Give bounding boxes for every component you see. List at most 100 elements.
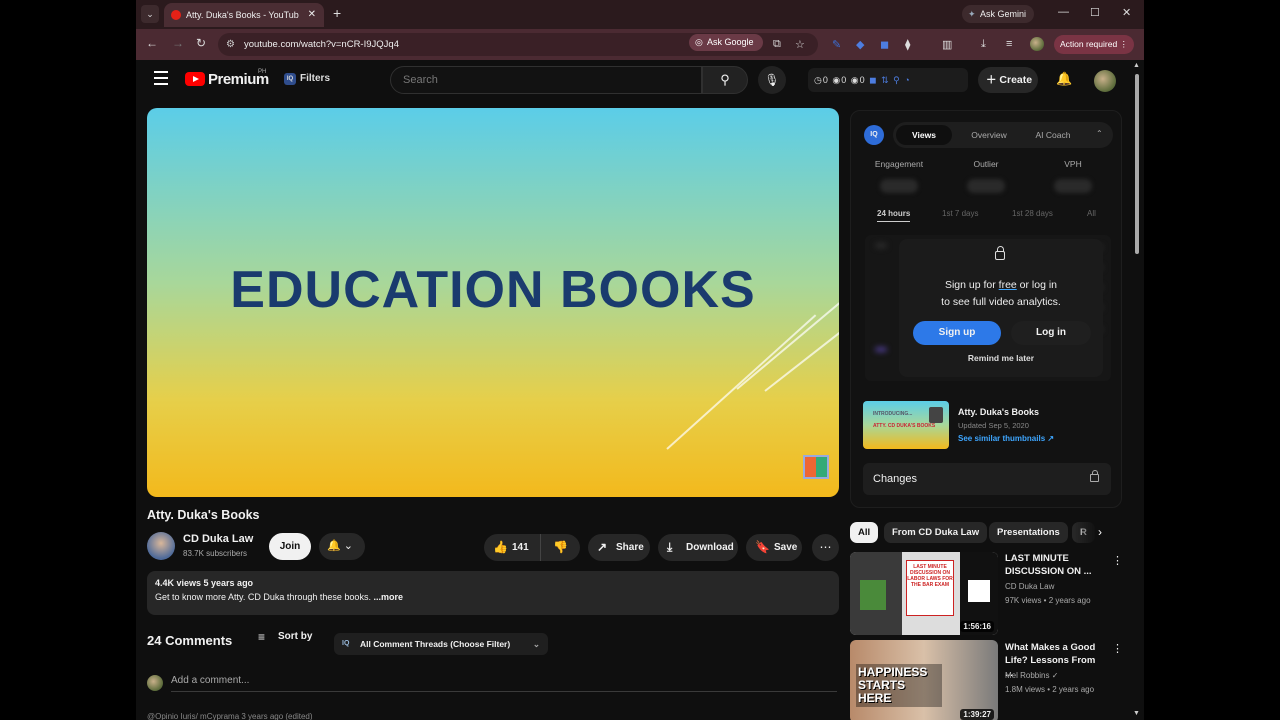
youtube-header: Premium PH IQ Filters Search ⚲ 🎙 ◷0 ◉0 ◉…	[136, 60, 1144, 100]
lock-line1-b: or log in	[1016, 279, 1058, 291]
recommendation-item[interactable]: HAPPINESS STARTS HERE 1:39:27 What Makes…	[850, 640, 1123, 720]
channel-avatar[interactable]	[147, 532, 175, 560]
install-app-icon[interactable]: ⧉	[773, 38, 781, 51]
collapse-chevron-icon[interactable]: ⌃	[1096, 129, 1103, 138]
media-controls-icon[interactable]: ≡	[1006, 38, 1012, 50]
range-all[interactable]: All	[1087, 209, 1096, 218]
notifications-bell-icon[interactable]: 🔔	[1056, 71, 1072, 87]
close-window-icon[interactable]: ✕	[1122, 6, 1131, 19]
chevron-right-icon[interactable]: ›	[1098, 525, 1102, 539]
minimize-icon[interactable]: —	[1058, 6, 1069, 18]
recommendation-title[interactable]: LAST MINUTE DISCUSSION ON ...	[1005, 552, 1105, 578]
ask-google-button[interactable]: ◎ Ask Google	[689, 34, 763, 51]
site-info-icon[interactable]: ⚙	[226, 33, 235, 56]
bookmark-star-icon[interactable]: ☆	[795, 38, 805, 51]
subscription-bell-button[interactable]: 🔔 ⌄	[319, 533, 365, 560]
youtube-logo-icon[interactable]	[185, 72, 205, 86]
comment-filter-select[interactable]: IQ All Comment Threads (Choose Filter) ⌄	[334, 633, 548, 655]
chip-all[interactable]: All	[850, 522, 879, 543]
signup-lock-card: Sign up for free or log in to see full v…	[899, 239, 1103, 377]
scrollbar-thumb[interactable]	[1135, 74, 1139, 254]
dislike-button[interactable]: 👎	[540, 534, 580, 561]
more-menu-icon: ⋮	[1119, 39, 1129, 49]
log-in-button[interactable]: Log in	[1011, 321, 1091, 345]
video-meta: 4.4K views 5 years ago	[155, 578, 254, 588]
description-box[interactable]: 4.4K views 5 years ago Get to know more …	[147, 571, 839, 615]
more-options-icon[interactable]: ⋮	[1112, 642, 1123, 655]
create-label: Create	[999, 74, 1033, 86]
back-icon[interactable]: ←	[146, 36, 158, 50]
blurred-analytics-graph: Sign up for free or log in to see full v…	[865, 235, 1111, 381]
filters-button[interactable]: IQ Filters	[284, 73, 330, 85]
see-similar-thumbnails-link[interactable]: See similar thumbnails ↗	[958, 434, 1054, 443]
reload-icon[interactable]: ↻	[196, 36, 206, 50]
tab-views[interactable]: Views	[896, 125, 952, 145]
like-button[interactable]: 👍 141	[484, 534, 540, 561]
create-button[interactable]: ＋ Create	[978, 67, 1038, 93]
recommendation-thumbnail[interactable]: LAST MINUTE DISCUSSION ON LABOR LAWS FOR…	[850, 552, 998, 635]
action-required-button[interactable]: Action required ⋮	[1054, 35, 1134, 54]
tab-overview[interactable]: Overview	[959, 125, 1019, 145]
profile-avatar[interactable]	[1030, 37, 1044, 51]
recommendation-item[interactable]: LAST MINUTE DISCUSSION ON LABOR LAWS FOR…	[850, 552, 1123, 636]
voice-search-button[interactable]: 🎙	[758, 66, 786, 94]
recommendation-channel[interactable]: CD Duka Law	[1005, 582, 1054, 591]
download-button[interactable]: ⤓ Download	[658, 534, 738, 561]
extensions-puzzle-icon[interactable]: ⧫	[905, 38, 910, 51]
more-options-icon[interactable]: ⋮	[1112, 554, 1123, 567]
forward-icon[interactable]: →	[172, 36, 184, 50]
channel-watermark-icon[interactable]	[803, 455, 829, 479]
vidiq-panel: IQ Views Overview AI Coach ⌃ Engagement …	[850, 110, 1122, 508]
join-button[interactable]: Join	[269, 533, 311, 560]
video-player[interactable]: EDUCATION BOOKS	[147, 108, 839, 497]
ask-gemini-button[interactable]: ✦ Ask Gemini	[962, 5, 1034, 23]
sort-by-button[interactable]: ≡ Sort by	[258, 630, 312, 644]
scroll-up-arrow-icon[interactable]: ▲	[1133, 62, 1140, 69]
channel-name[interactable]: CD Duka Law	[183, 533, 253, 545]
user-avatar	[147, 675, 163, 691]
blurred-value	[1054, 179, 1092, 193]
extension-1-icon[interactable]: ✎	[832, 38, 841, 51]
search-button[interactable]: ⚲	[702, 66, 748, 94]
chip-presentations[interactable]: Presentations	[989, 522, 1068, 543]
remind-me-later-button[interactable]: Remind me later	[899, 353, 1103, 363]
range-24-hours[interactable]: 24 hours	[877, 209, 911, 222]
chip-from-channel[interactable]: From CD Duka Law	[884, 522, 988, 543]
range-1st-28-days[interactable]: 1st 28 days	[1012, 209, 1053, 218]
search-input[interactable]: Search	[390, 66, 702, 94]
scroll-down-arrow-icon[interactable]: ▼	[1133, 710, 1140, 717]
sign-up-button[interactable]: Sign up	[913, 321, 1001, 345]
more-actions-icon[interactable]: ⋯	[812, 534, 839, 561]
blurred-value	[967, 179, 1005, 193]
extension-2-icon[interactable]: ◆	[856, 38, 864, 51]
hamburger-menu-icon[interactable]	[154, 71, 168, 89]
extension-3-icon[interactable]: ◼	[880, 38, 889, 51]
tab-ai-coach[interactable]: AI Coach	[1023, 125, 1083, 145]
recommendation-channel[interactable]: Mel Robbins ✓	[1005, 671, 1058, 680]
save-label: Save	[774, 542, 798, 553]
account-avatar[interactable]	[1094, 70, 1116, 92]
page-scrollbar[interactable]: ▲ ▼	[1132, 62, 1142, 720]
recommendation-thumbnail[interactable]: HAPPINESS STARTS HERE 1:39:27	[850, 640, 998, 720]
maximize-icon[interactable]: ☐	[1090, 6, 1100, 19]
save-button[interactable]: 🔖 Save	[746, 534, 802, 561]
metric-vph: VPH	[1064, 159, 1082, 169]
close-tab-icon[interactable]: ✕	[308, 3, 316, 27]
tab-search-button[interactable]: ⌄	[141, 5, 159, 23]
thumb-portrait	[929, 407, 943, 423]
video-frame-title: EDUCATION BOOKS	[230, 261, 756, 319]
vidiq-stats-bar[interactable]: ◷0 ◉0 ◉0 ◼ ⇅ ⚲ ◔	[808, 68, 968, 92]
add-comment-input[interactable]: Add a comment...	[171, 675, 837, 692]
vidiq-icon: IQ	[284, 73, 296, 85]
vidiq-tools-icons: ◼ ⇅ ⚲ ◔	[869, 75, 911, 85]
blurred-bar	[875, 243, 887, 248]
share-button[interactable]: ↗ Share	[588, 534, 650, 561]
thumbnail-preview[interactable]: INTRODUCING... ATTY. CD DUKA'S BOOKS	[863, 401, 949, 449]
side-panel-icon[interactable]: ▥	[942, 38, 952, 51]
range-1st-7-days[interactable]: 1st 7 days	[942, 209, 978, 218]
downloads-icon[interactable]: ⤓	[981, 38, 986, 51]
new-tab-button[interactable]: +	[333, 5, 341, 21]
browser-tab-active[interactable]: Atty. Duka's Books - YouTub ✕	[164, 3, 324, 27]
changes-section[interactable]: Changes	[863, 463, 1111, 495]
more-link[interactable]: ...more	[371, 592, 403, 602]
